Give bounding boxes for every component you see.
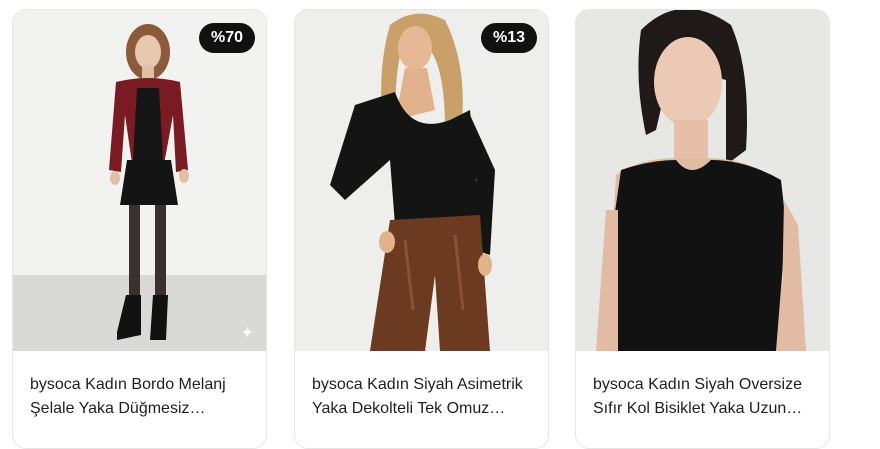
product-image-3[interactable] [576,10,829,351]
product-image-1[interactable]: %70 ✦ [13,10,266,351]
product-card-3[interactable]: bysoca Kadın Siyah Oversize Sıfır Kol Bi… [575,9,830,449]
sparkle-icon: ✦ [240,325,254,342]
discount-badge: %13 [480,23,537,53]
product-title[interactable]: bysoca Kadın Siyah Oversize Sıfır Kol Bi… [593,373,819,421]
product-title[interactable]: bysoca Kadın Bordo Melanj Şelale Yaka Dü… [30,373,256,421]
product-card-1[interactable]: %70 ✦ bysoca Kadın Bordo Melanj Şelale Y… [12,9,267,449]
product-card-2[interactable]: %13 bysoca Kadın Siyah Asimetrik Yaka De… [294,9,549,449]
product-image-2[interactable]: %13 [295,10,548,351]
discount-badge: %70 [198,23,255,53]
product-title[interactable]: bysoca Kadın Siyah Asimetrik Yaka Dekolt… [312,373,538,421]
